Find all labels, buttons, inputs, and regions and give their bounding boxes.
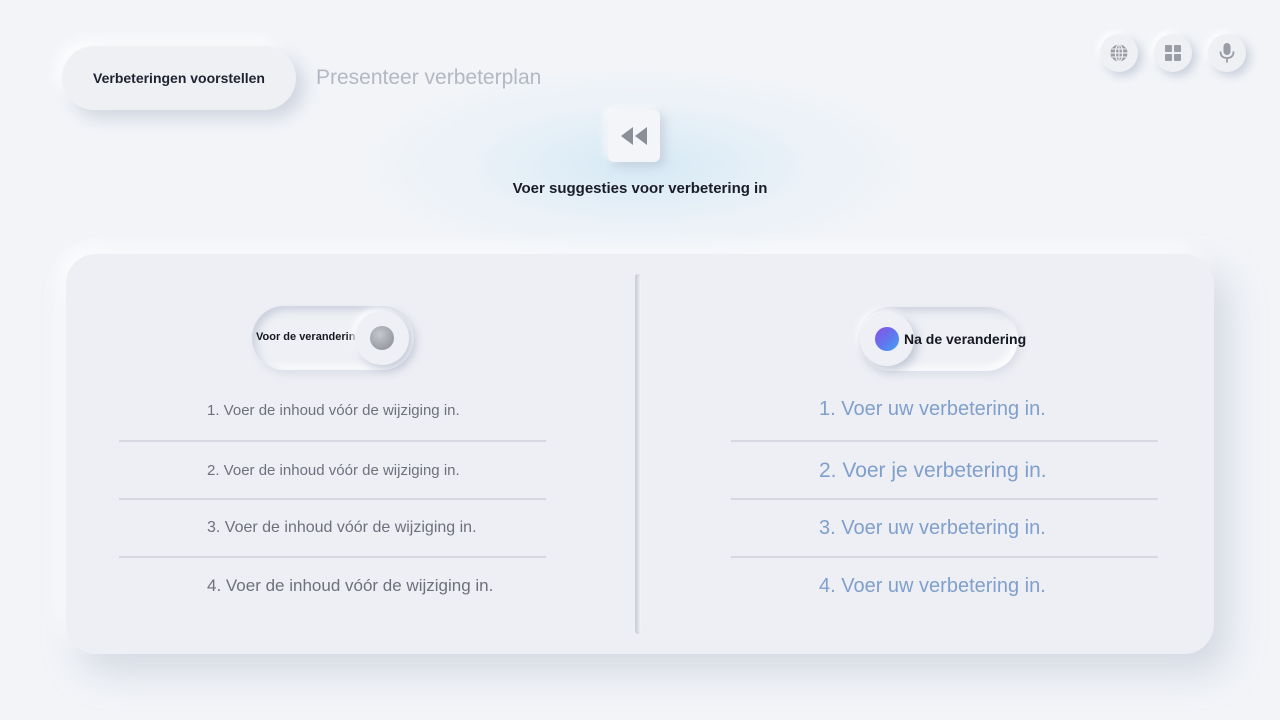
- after-toggle-dot: [875, 327, 899, 351]
- before-item-4: 4. Voer de inhoud vóór de wijziging in.: [207, 576, 494, 595]
- before-toggle-label: Voor de verandering: [256, 331, 363, 343]
- top-toolbar: [1100, 34, 1246, 72]
- microphone-icon: [1219, 43, 1235, 63]
- after-divider-1: [731, 440, 1158, 442]
- tab-suggest-improvements-label: Verbeteringen voorstellen: [93, 70, 265, 86]
- rewind-icon: [621, 127, 647, 145]
- rewind-button[interactable]: [608, 110, 660, 162]
- after-item-3: 3. Voer uw verbetering in.: [819, 517, 1046, 539]
- before-item-1: 1. Voer de inhoud vóór de wijziging in.: [207, 402, 460, 419]
- grid-button[interactable]: [1154, 34, 1192, 72]
- after-item-4: 4. Voer uw verbetering in.: [819, 575, 1046, 597]
- background-glow: [370, 70, 910, 260]
- before-divider-3: [119, 556, 546, 558]
- before-divider-2: [119, 498, 546, 500]
- before-divider-1: [119, 440, 546, 442]
- page-subtitle: Voer suggesties voor verbetering in: [512, 180, 768, 197]
- panel-divider: [635, 274, 641, 634]
- after-item-1: 1. Voer uw verbetering in.: [819, 398, 1046, 420]
- tab-present-plan[interactable]: Presenteer verbeterplan: [316, 66, 541, 92]
- globe-button[interactable]: [1100, 34, 1138, 72]
- after-item-2: 2. Voer je verbetering in.: [819, 459, 1047, 482]
- page: Verbeteringen voorstellen Presenteer ver…: [0, 0, 1280, 720]
- before-toggle-knob[interactable]: [355, 311, 409, 365]
- microphone-button[interactable]: [1208, 34, 1246, 72]
- after-divider-2: [731, 498, 1158, 500]
- after-toggle-label: Na de verandering: [904, 331, 1027, 347]
- tab-suggest-improvements[interactable]: Verbeteringen voorstellen: [62, 46, 296, 110]
- tab-present-plan-label: Presenteer verbeterplan: [316, 66, 542, 89]
- globe-icon: [1110, 43, 1128, 63]
- before-item-2: 2. Voer de inhoud vóór de wijziging in.: [207, 462, 460, 479]
- before-item-3: 3. Voer de inhoud vóór de wijziging in.: [207, 519, 477, 536]
- grid-icon: [1165, 45, 1181, 61]
- after-divider-3: [731, 556, 1158, 558]
- before-toggle-dot: [370, 326, 394, 350]
